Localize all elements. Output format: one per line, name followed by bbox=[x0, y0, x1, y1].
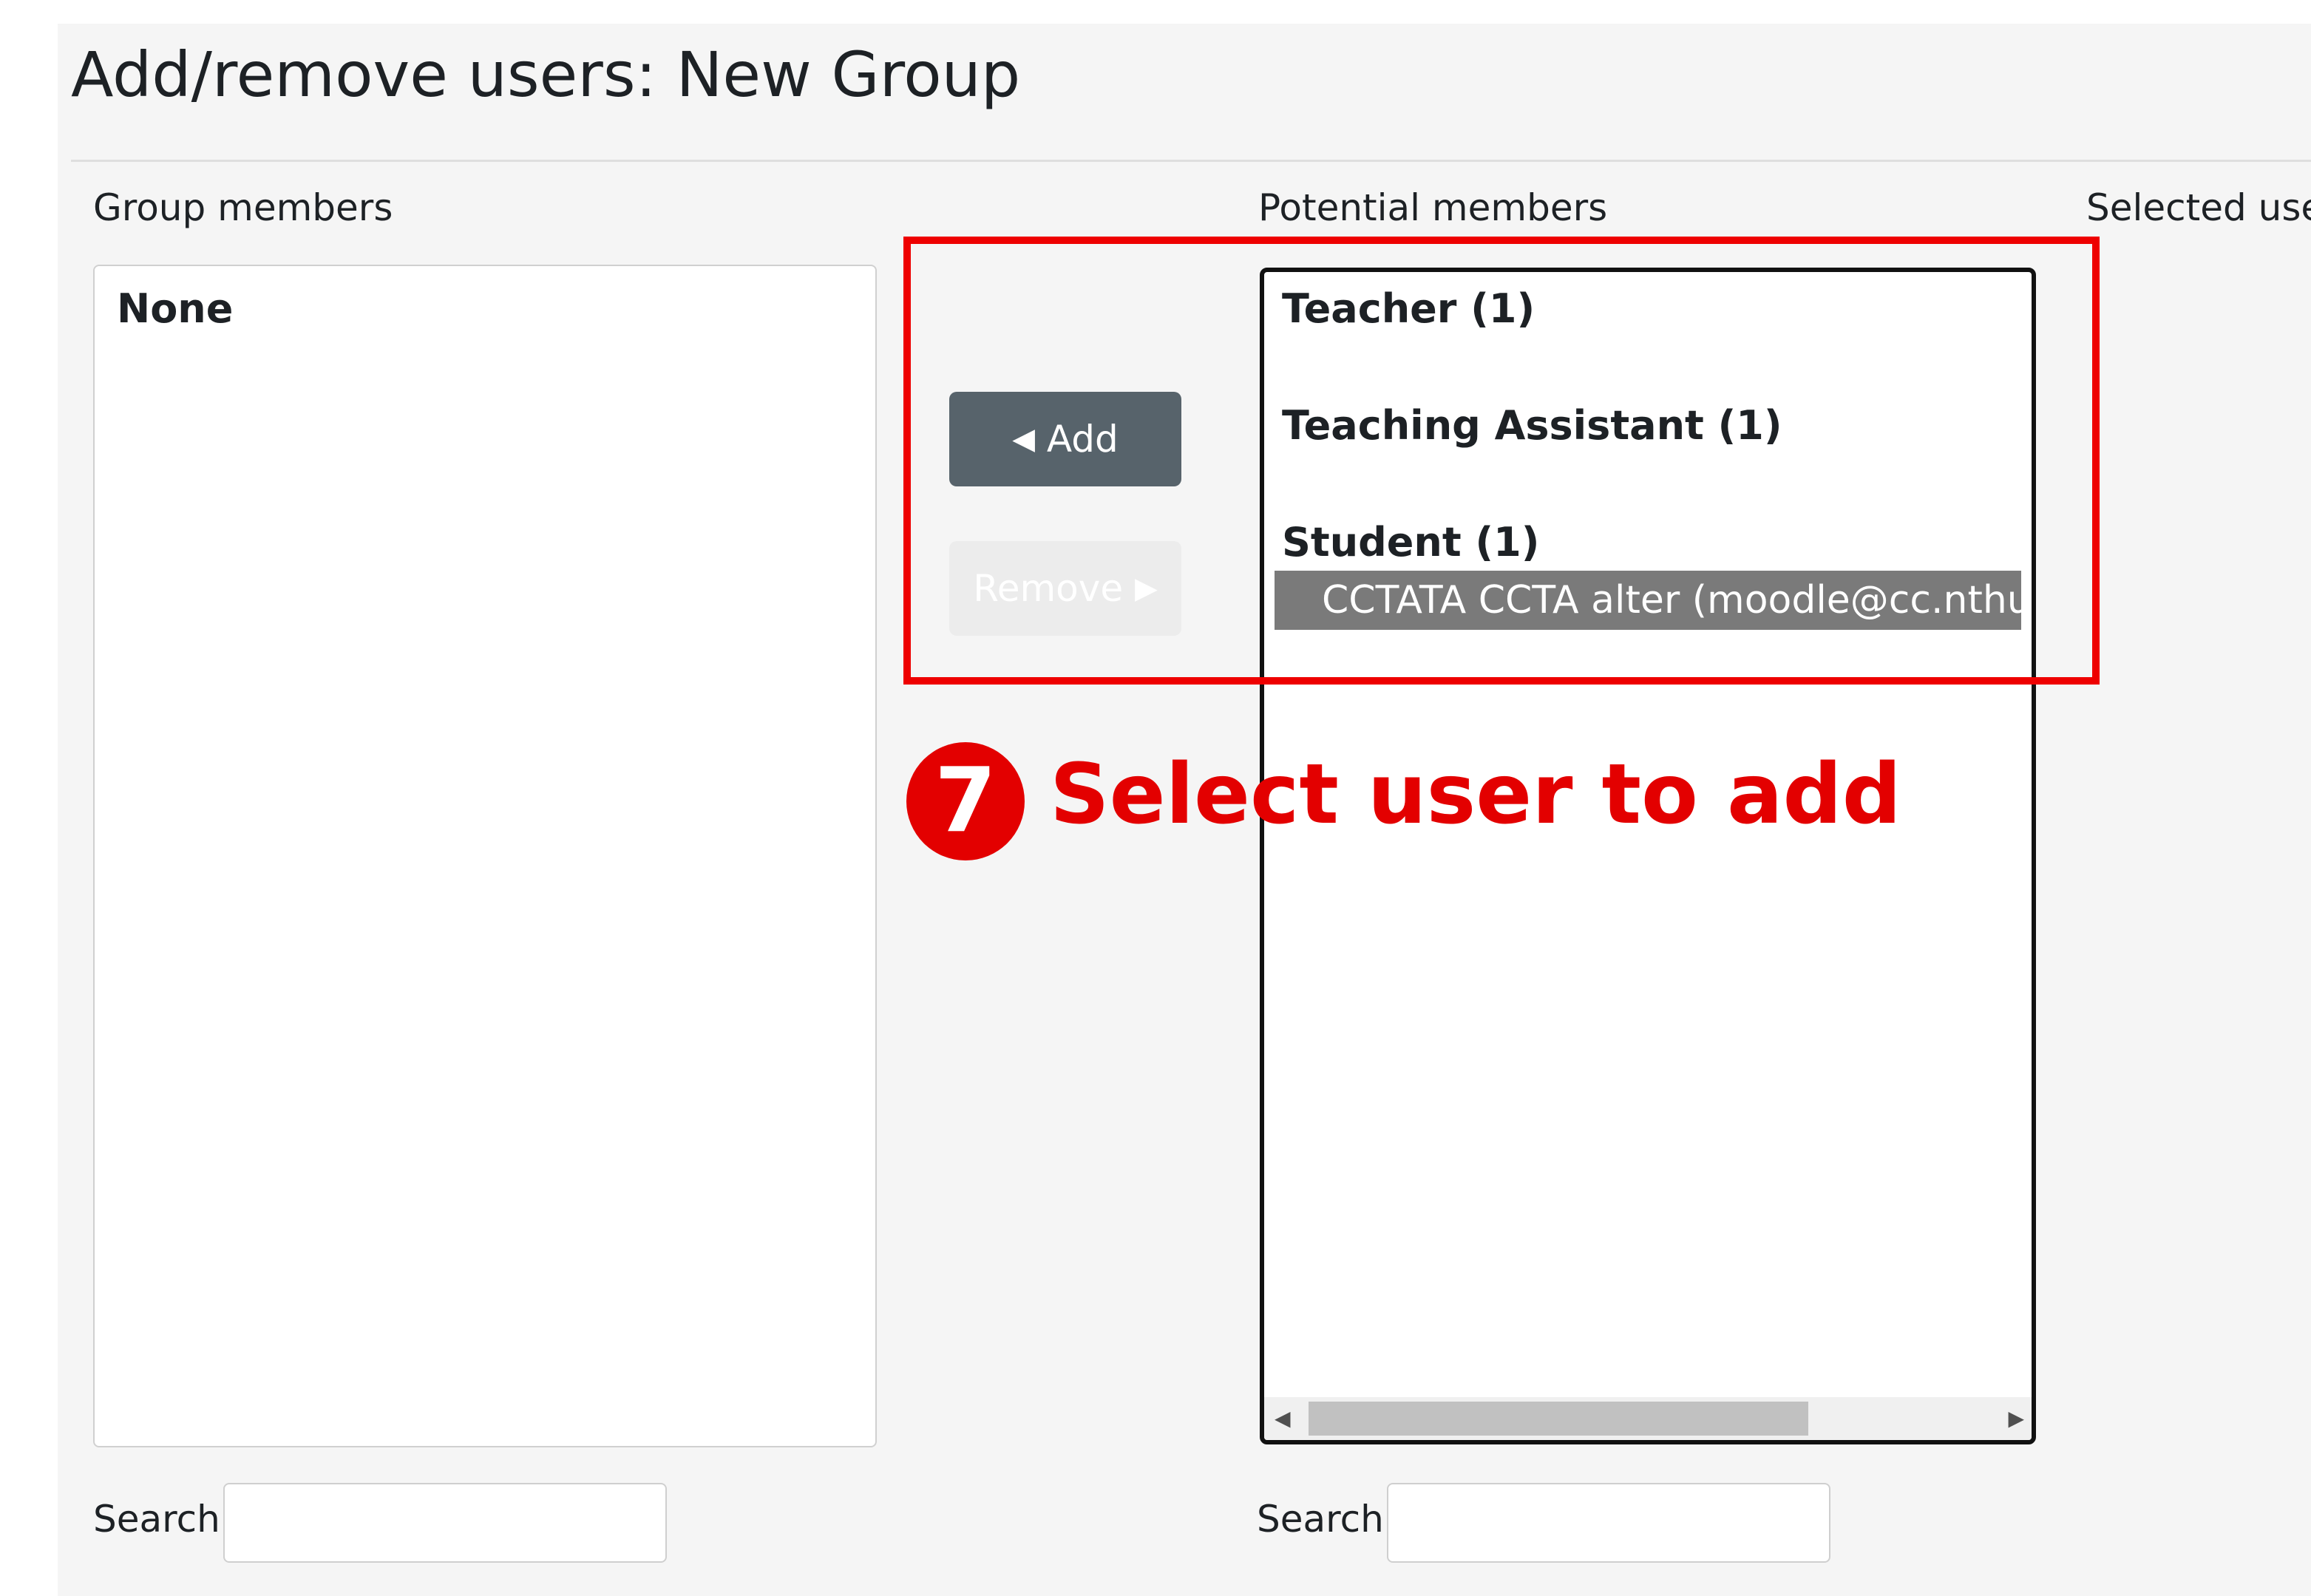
group-members-listbox[interactable]: None bbox=[93, 265, 877, 1447]
step-number-badge: 7 bbox=[906, 742, 1025, 860]
step-instruction: Select user to add bbox=[1050, 747, 1901, 843]
potential-members-search-input[interactable] bbox=[1387, 1483, 1830, 1563]
scroll-right-arrow-icon[interactable]: ▶ bbox=[2008, 1397, 2024, 1440]
potential-members-label: Potential members bbox=[1258, 186, 1608, 229]
selected-user-label: Selected use bbox=[2086, 186, 2311, 229]
horizontal-scrollbar[interactable]: ◀ ▶ bbox=[1264, 1397, 2032, 1440]
group-members-search-label: Search bbox=[93, 1498, 220, 1541]
group-members-option-none[interactable]: None bbox=[117, 285, 233, 332]
highlight-box bbox=[903, 237, 2100, 685]
page-title: Add/remove users: New Group bbox=[71, 38, 1021, 111]
scroll-left-arrow-icon[interactable]: ◀ bbox=[1275, 1397, 1291, 1440]
group-members-label: Group members bbox=[93, 186, 393, 229]
scrollbar-thumb[interactable] bbox=[1309, 1402, 1808, 1436]
title-divider bbox=[71, 160, 2311, 162]
group-members-search-input[interactable] bbox=[223, 1483, 667, 1563]
potential-members-search-label: Search bbox=[1257, 1498, 1384, 1541]
